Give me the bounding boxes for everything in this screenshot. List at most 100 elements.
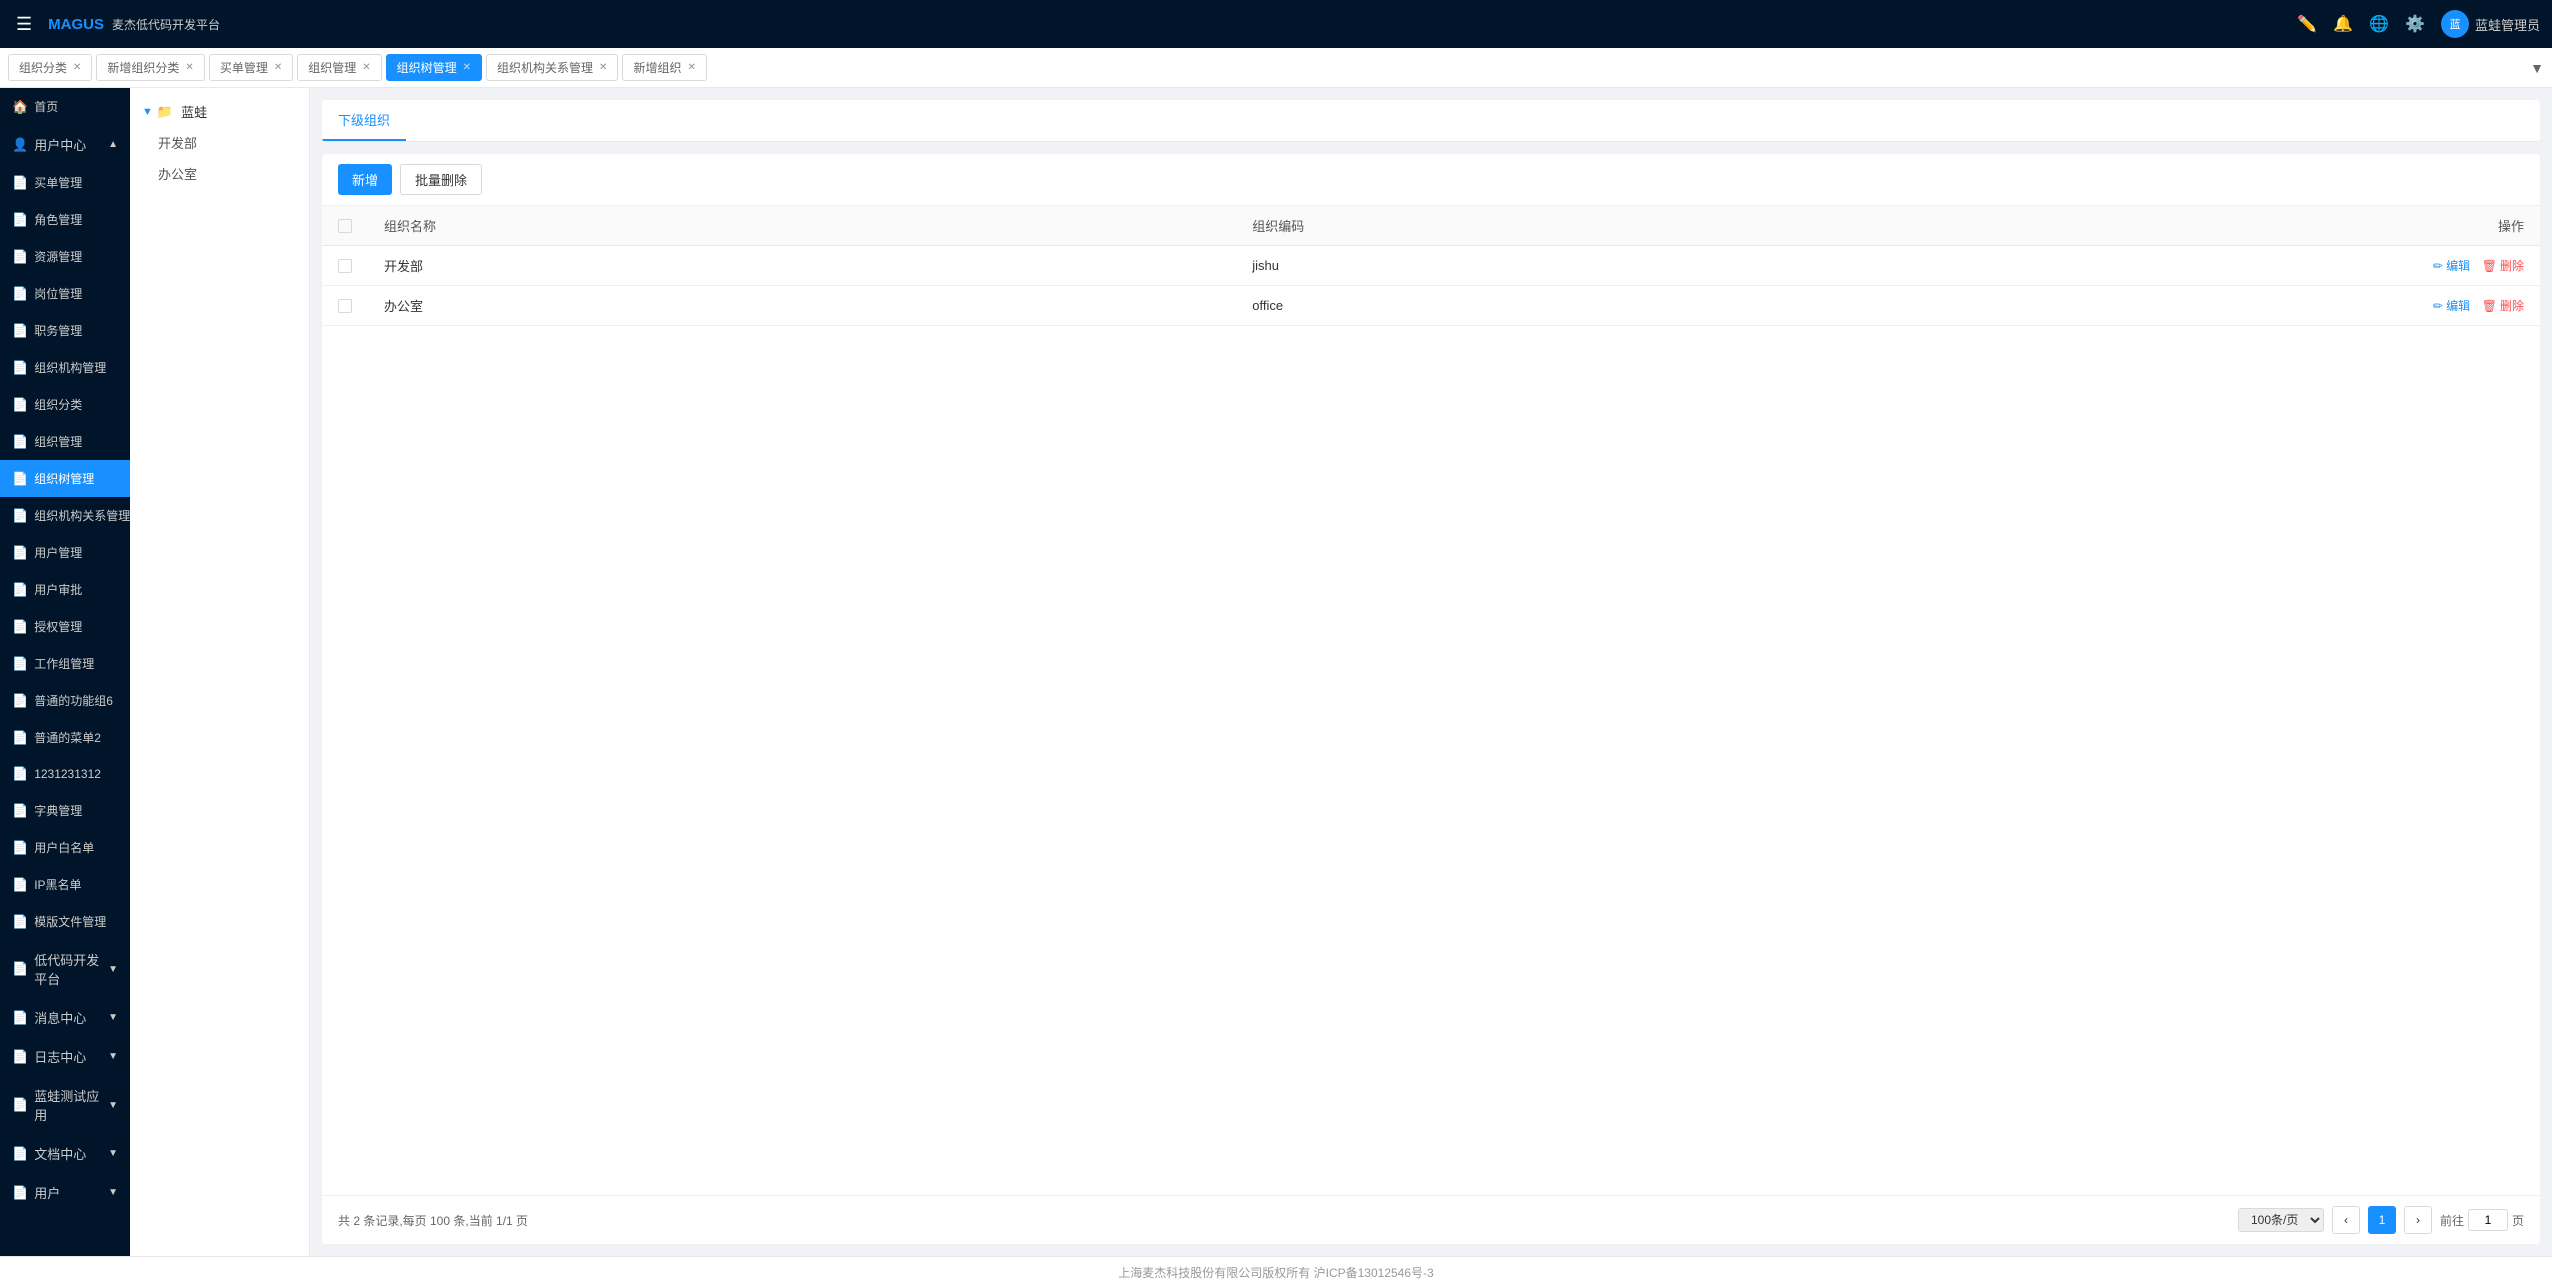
page-jump-input[interactable] (2468, 1209, 2508, 1231)
tab-org-relation-close[interactable]: ✕ (599, 62, 607, 73)
tab-add-org-label: 新增组织 (633, 59, 681, 76)
row1-edit-button[interactable]: ✏ 编辑 (2433, 257, 2470, 274)
row1-check-cell (322, 246, 368, 286)
tab-org-tree-label: 组织树管理 (397, 59, 457, 76)
org-structure-icon: 📄 (12, 360, 28, 376)
sidebar-item-template-file-label: 模版文件管理 (34, 913, 106, 930)
tab-org-tree-close[interactable]: ✕ (463, 62, 471, 73)
sidebar-item-user-mgmt-label: 用户管理 (34, 544, 82, 561)
add-button[interactable]: 新增 (338, 164, 392, 195)
translate-icon[interactable]: 🌐 (2369, 14, 2389, 34)
row1-delete-button[interactable]: 🗑 删除 (2482, 257, 2524, 274)
user-center-arrow-icon: ▲ (108, 139, 118, 150)
sidebar-item-dict[interactable]: 📄 字典管理 (0, 792, 130, 829)
col-action-label: 操作 (2498, 219, 2524, 234)
sidebar-item-org-management[interactable]: 📄 组织管理 (0, 423, 130, 460)
message-center-arrow-icon: ▼ (108, 1012, 118, 1023)
sidebar-item-1231231312[interactable]: 📄 1231231312 (0, 756, 130, 792)
tree-child-devdept-label: 开发部 (158, 133, 197, 152)
tab-add-org[interactable]: 新增组织 ✕ (622, 54, 706, 81)
row2-edit-button[interactable]: ✏ 编辑 (2433, 297, 2470, 314)
sidebar-item-doc-center[interactable]: 📄 文档中心 ▼ (0, 1134, 130, 1173)
sidebar-item-dict-label: 字典管理 (34, 802, 82, 819)
dict-icon: 📄 (12, 803, 28, 819)
sidebar-item-low-code[interactable]: 📄 低代码开发平台 ▼ (0, 940, 130, 998)
page-size-select[interactable]: 100条/页 (2238, 1208, 2324, 1232)
sidebar-item-auth[interactable]: 📄 授权管理 (0, 608, 130, 645)
next-page-button[interactable]: › (2404, 1206, 2432, 1234)
sidebar-item-common-menu2[interactable]: 📄 普通的菜单2 (0, 719, 130, 756)
sidebar-item-template-file[interactable]: 📄 模版文件管理 (0, 903, 130, 940)
tab-more-icon[interactable]: ▼ (2530, 60, 2544, 76)
sidebar-item-user-mgmt[interactable]: 📄 用户管理 (0, 534, 130, 571)
tree-panel: ▼ 📁 蓝蛙 开发部 办公室 (130, 88, 310, 1256)
menu-toggle-icon[interactable]: ☰ (12, 10, 36, 39)
sidebar-item-org-management-label: 组织管理 (34, 433, 82, 450)
user-info[interactable]: 蓝 蓝蛙管理员 (2441, 10, 2540, 38)
sidebar-item-common-group6[interactable]: 📄 普通的功能组6 (0, 682, 130, 719)
bell-icon[interactable]: 🔔 (2333, 14, 2353, 34)
org-tree-icon: 📄 (12, 471, 28, 487)
sidebar-item-user-audit[interactable]: 📄 用户审批 (0, 571, 130, 608)
sidebar-item-org-relation[interactable]: 📄 组织机构关系管理 (0, 497, 130, 534)
sidebar-item-user-bottom-label: 用户 (34, 1183, 60, 1202)
row1-code: jishu (1252, 258, 1279, 273)
sidebar-item-ip-blacklist[interactable]: 📄 IP黑名单 (0, 866, 130, 903)
tree-child-devdept[interactable]: 开发部 (130, 127, 309, 158)
edit-icon[interactable]: ✏️ (2297, 14, 2317, 34)
sidebar-item-job[interactable]: 📄 职务管理 (0, 312, 130, 349)
sidebar-item-org-category[interactable]: 📄 组织分类 (0, 386, 130, 423)
tab-org-mgmt[interactable]: 组织管理 ✕ (297, 54, 381, 81)
tab-purchase[interactable]: 买单管理 ✕ (209, 54, 293, 81)
row1-code-cell: jishu (1236, 246, 2105, 286)
sidebar-item-workgroup[interactable]: 📄 工作组管理 (0, 645, 130, 682)
prev-page-button[interactable]: ‹ (2332, 1206, 2360, 1234)
tab-sub-org[interactable]: 下级组织 (322, 100, 406, 141)
sidebar-item-role[interactable]: 📄 角色管理 (0, 201, 130, 238)
sidebar-item-home[interactable]: 🏠 首页 (0, 88, 130, 125)
sidebar-item-user-whitelist[interactable]: 📄 用户白名单 (0, 829, 130, 866)
sidebar-item-ip-blacklist-label: IP黑名单 (34, 876, 81, 893)
tab-org-relation[interactable]: 组织机构关系管理 ✕ (486, 54, 618, 81)
tree-child-office[interactable]: 办公室 (130, 158, 309, 189)
select-all-checkbox[interactable] (338, 219, 352, 233)
sidebar-item-user-center-label: 用户中心 (34, 135, 86, 154)
settings-icon[interactable]: ⚙️ (2405, 14, 2425, 34)
sidebar-item-org-tree[interactable]: 📄 组织树管理 (0, 460, 130, 497)
resource-icon: 📄 (12, 249, 28, 265)
log-center-arrow-icon: ▼ (108, 1051, 118, 1062)
sidebar-item-user-center[interactable]: 👤 用户中心 ▲ (0, 125, 130, 164)
table-wrap: 组织名称 组织编码 操作 (322, 206, 2540, 1195)
tab-bar-right: ▼ (2530, 60, 2544, 76)
batch-delete-button[interactable]: 批量删除 (400, 164, 482, 195)
tab-add-org-close[interactable]: ✕ (687, 62, 695, 73)
tab-org-category[interactable]: 组织分类 ✕ (8, 54, 92, 81)
sidebar-item-bluefrog-test[interactable]: 📄 蓝蛙测试应用 ▼ (0, 1076, 130, 1134)
logo-area: MAGUS 麦杰低代码开发平台 (48, 16, 220, 33)
row2-checkbox[interactable] (338, 299, 352, 313)
tab-purchase-close[interactable]: ✕ (274, 62, 282, 73)
row2-action-cell: ✏ 编辑 🗑 删除 (2105, 286, 2540, 326)
username: 蓝蛙管理员 (2475, 15, 2540, 34)
row1-checkbox[interactable] (338, 259, 352, 273)
table-row: 开发部 jishu ✏ 编辑 (322, 246, 2540, 286)
header-right: ✏️ 🔔 🌐 ⚙️ 蓝 蓝蛙管理员 (2297, 10, 2540, 38)
tab-org-tree[interactable]: 组织树管理 ✕ (386, 54, 482, 81)
row2-check-cell (322, 286, 368, 326)
sidebar-item-log-center[interactable]: 📄 日志中心 ▼ (0, 1037, 130, 1076)
sidebar-item-user-bottom[interactable]: 📄 用户 ▼ (0, 1173, 130, 1212)
tab-org-mgmt-close[interactable]: ✕ (362, 62, 370, 73)
sidebar-item-org-structure[interactable]: 📄 组织机构管理 (0, 349, 130, 386)
sidebar-item-position[interactable]: 📄 岗位管理 (0, 275, 130, 312)
row1-edit-label: 编辑 (2446, 257, 2470, 274)
tab-add-org-category-close[interactable]: ✕ (185, 62, 193, 73)
current-page-button[interactable]: 1 (2368, 1206, 2396, 1234)
row2-delete-button[interactable]: 🗑 删除 (2482, 297, 2524, 314)
edit-icon: ✏ (2433, 259, 2443, 273)
sidebar-item-message-center[interactable]: 📄 消息中心 ▼ (0, 998, 130, 1037)
tree-root-node[interactable]: ▼ 📁 蓝蛙 (130, 96, 309, 127)
sidebar-item-resource[interactable]: 📄 资源管理 (0, 238, 130, 275)
sidebar-item-purchase[interactable]: 📄 买单管理 (0, 164, 130, 201)
tab-org-category-close[interactable]: ✕ (73, 62, 81, 73)
tab-add-org-category[interactable]: 新增组织分类 ✕ (96, 54, 204, 81)
